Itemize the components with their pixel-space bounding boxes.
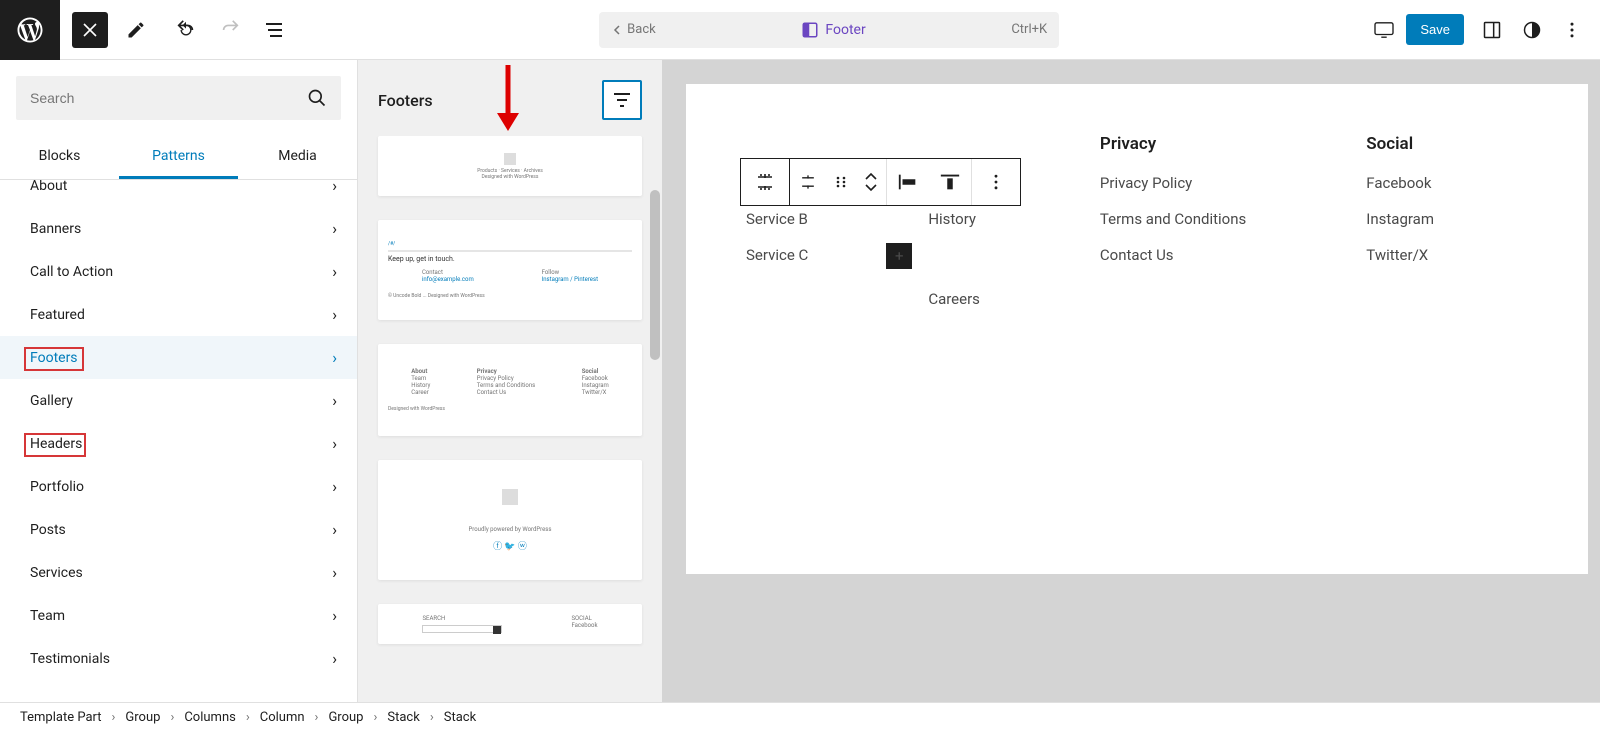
breadcrumb-item[interactable]: Stack (387, 710, 419, 725)
breadcrumb-item[interactable]: Stack (444, 710, 476, 725)
add-block-button[interactable]: + (886, 243, 912, 269)
patterns-panel-title: Footers (378, 91, 433, 110)
category-list: About› Banners› Call to Action› Featured… (0, 180, 357, 702)
move-down-icon[interactable] (865, 182, 877, 192)
align-icon[interactable] (887, 159, 929, 205)
chevron-right-icon: › (332, 606, 337, 625)
editor-canvas[interactable]: x Service A Service B Service C x Team H… (662, 60, 1600, 702)
category-item[interactable]: Testimonials› (0, 637, 357, 680)
vertical-align-icon[interactable] (929, 159, 971, 205)
category-item[interactable]: Gallery› (0, 379, 357, 422)
list-view-icon[interactable] (256, 12, 292, 48)
move-up-down[interactable] (856, 159, 886, 205)
styles-icon[interactable] (1514, 12, 1550, 48)
chevron-right-icon: › (332, 219, 337, 238)
scrollbar-thumb[interactable] (650, 190, 660, 360)
category-item[interactable]: Portfolio› (0, 465, 357, 508)
back-button[interactable]: Back (611, 22, 656, 37)
search-input[interactable] (30, 90, 307, 106)
block-options-icon[interactable] (972, 159, 1020, 205)
category-item[interactable]: Banners› (0, 207, 357, 250)
inserter-tabs: Blocks Patterns Media (0, 136, 357, 180)
pattern-thumbnail[interactable]: Proudly powered by WordPress ⓕ 🐦 ⓦ (378, 460, 642, 580)
right-tools: Save (1366, 12, 1600, 48)
inserter-sidebar: Blocks Patterns Media About› Banners› Ca… (0, 60, 358, 702)
pattern-thumbnail[interactable]: /#/ Keep up, get in touch. Contactinfo@e… (378, 220, 642, 320)
save-button[interactable]: Save (1406, 14, 1464, 45)
main-area: Blocks Patterns Media About› Banners› Ca… (0, 60, 1600, 702)
chevron-right-icon: › (332, 348, 337, 367)
move-up-icon[interactable] (865, 172, 877, 182)
category-item[interactable]: Posts› (0, 508, 357, 551)
breadcrumb-item[interactable]: Column (260, 710, 305, 725)
search-icon (307, 88, 327, 108)
chevron-right-icon: › (332, 520, 337, 539)
category-item[interactable]: About› (0, 180, 357, 207)
chevron-right-icon: › (332, 563, 337, 582)
chevron-right-icon: › (332, 305, 337, 324)
footer-column[interactable]: Privacy Privacy Policy Terms and Conditi… (1100, 134, 1246, 326)
chevron-right-icon: › (332, 649, 337, 668)
tab-media[interactable]: Media (238, 136, 357, 179)
redo-icon (212, 12, 248, 48)
close-button[interactable] (72, 12, 108, 48)
command-shortcut: Ctrl+K (1011, 22, 1047, 37)
chevron-right-icon: › (332, 180, 337, 195)
device-preview-icon[interactable] (1366, 12, 1402, 48)
pattern-thumbnail[interactable]: AboutTeamHistoryCareerPrivacyPrivacy Pol… (378, 344, 642, 436)
footer-column[interactable]: Social Facebook Instagram Twitter/X (1366, 134, 1434, 326)
wordpress-logo[interactable] (0, 0, 60, 60)
category-item[interactable]: Featured› (0, 293, 357, 336)
tab-patterns[interactable]: Patterns (119, 136, 238, 179)
category-item-headers[interactable]: Headers › (0, 422, 357, 465)
chevron-right-icon: › (332, 262, 337, 281)
chevron-right-icon: › (332, 434, 337, 453)
top-toolbar: Back Footer Ctrl+K Save (0, 0, 1600, 60)
search-box[interactable] (16, 76, 341, 120)
breadcrumb-item[interactable]: Columns (184, 710, 236, 725)
block-breadcrumb: Template Part› Group› Columns› Column› G… (0, 702, 1600, 732)
back-label: Back (627, 22, 656, 37)
more-options-icon[interactable] (1554, 12, 1590, 48)
pattern-thumbnail[interactable]: SEARCHSOCIALFacebook (378, 604, 642, 644)
category-item[interactable]: Team› (0, 594, 357, 637)
sidebar-toggle-icon[interactable] (1474, 12, 1510, 48)
breadcrumb-item[interactable]: Group (328, 710, 363, 725)
tab-blocks[interactable]: Blocks (0, 136, 119, 179)
parent-block-icon[interactable] (790, 159, 826, 205)
document-title[interactable]: Footer (656, 21, 1012, 39)
template-part-icon (801, 21, 819, 39)
category-item-footers[interactable]: Footers › (0, 336, 357, 379)
breadcrumb-item[interactable]: Template Part (20, 710, 102, 725)
filter-button[interactable] (602, 80, 642, 120)
category-item[interactable]: Call to Action› (0, 250, 357, 293)
block-type-icon[interactable] (741, 159, 789, 205)
breadcrumb-item[interactable]: Group (125, 710, 160, 725)
pattern-thumbnail[interactable]: Products · Services · Archives Designed … (378, 136, 642, 196)
undo-icon[interactable] (168, 12, 204, 48)
edit-tool-icon[interactable] (118, 12, 154, 48)
patterns-panel: Footers Products · Services · Archives D… (358, 60, 662, 702)
block-toolbar (740, 158, 1021, 206)
document-bar[interactable]: Back Footer Ctrl+K (599, 12, 1059, 48)
chevron-right-icon: › (332, 477, 337, 496)
drag-handle-icon[interactable] (826, 159, 856, 205)
category-item[interactable]: Services› (0, 551, 357, 594)
chevron-right-icon: › (332, 391, 337, 410)
